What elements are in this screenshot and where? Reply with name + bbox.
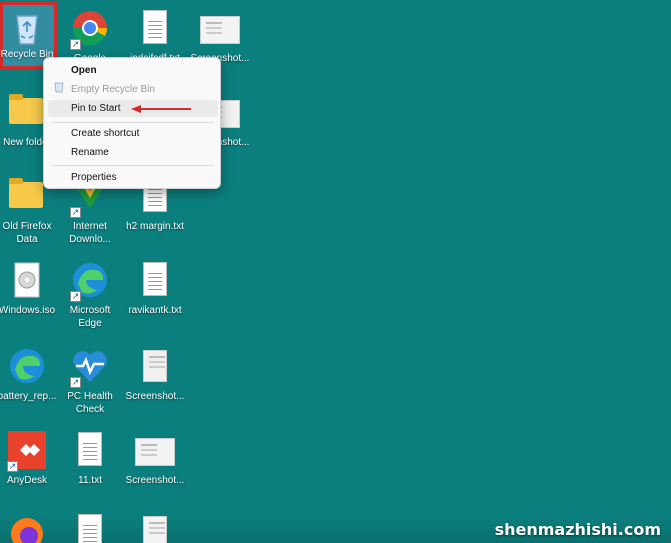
icon-label: ravikantk.txt — [128, 305, 182, 316]
menu-item-label: Pin to Start — [71, 103, 121, 114]
desktop-icon-anydesk[interactable]: ↗ AnyDesk — [0, 430, 58, 487]
desktop-icon-recycle-bin[interactable]: Recycle Bin — [0, 8, 58, 61]
icon-label: h2 margin.txt — [126, 221, 184, 232]
recycle-bin-small-icon — [54, 81, 64, 99]
desktop-icon-image-bottom[interactable] — [124, 512, 186, 543]
menu-item-label: Rename — [71, 147, 109, 158]
menu-separator — [52, 122, 214, 123]
chrome-icon: ↗ — [70, 8, 110, 50]
text-file-icon — [70, 430, 110, 470]
icon-label: PC Health Check — [67, 391, 113, 415]
desktop-icon-pc-health-check[interactable]: ↗ PC Health Check — [59, 346, 121, 416]
image-file-icon — [200, 8, 240, 48]
desktop-icon-firefox[interactable] — [0, 512, 58, 543]
shortcut-arrow-icon: ↗ — [70, 291, 81, 302]
icon-label: Screenshot... — [125, 475, 185, 486]
menu-item-empty-recycle-bin[interactable]: Empty Recycle Bin — [48, 81, 218, 98]
annotation-arrow-icon — [131, 105, 191, 113]
edge-document-icon — [7, 346, 47, 386]
shortcut-arrow-icon: ↗ — [70, 377, 81, 388]
menu-item-properties[interactable]: Properties — [48, 169, 218, 186]
text-file-icon — [70, 512, 110, 543]
shortcut-arrow-icon: ↗ — [7, 461, 18, 472]
menu-item-label: Open — [71, 65, 97, 76]
desktop-icon-11-txt[interactable]: 11.txt — [59, 430, 121, 487]
icon-label: battery_rep... — [0, 391, 57, 402]
desktop: Recycle Bin New folder Old Firefox Data … — [0, 0, 671, 543]
menu-separator — [52, 165, 214, 166]
shortcut-arrow-icon: ↗ — [70, 207, 81, 218]
text-file-icon — [135, 260, 175, 300]
icon-label: Internet Downlo... — [69, 221, 111, 245]
text-file-icon — [135, 8, 175, 48]
menu-item-label: Create shortcut — [71, 128, 140, 139]
icon-label: Windows.iso — [0, 305, 56, 316]
image-file-icon — [135, 430, 175, 470]
menu-item-label: Properties — [71, 172, 117, 183]
desktop-icon-battery-report[interactable]: battery_rep... — [0, 346, 58, 403]
shortcut-arrow-icon: ↗ — [70, 39, 81, 50]
icon-label: AnyDesk — [6, 475, 47, 486]
anydesk-icon: ↗ — [7, 430, 47, 472]
desktop-icon-microsoft-edge[interactable]: ↗ Microsoft Edge — [59, 260, 121, 330]
pc-health-icon: ↗ — [70, 346, 110, 388]
disc-image-icon — [7, 260, 47, 300]
menu-item-create-shortcut[interactable]: Create shortcut — [48, 125, 218, 142]
watermark: shenmazhishi.com — [494, 520, 661, 539]
icon-label: Old Firefox Data — [2, 221, 52, 245]
folder-icon — [7, 176, 47, 216]
image-file-icon — [135, 512, 175, 543]
recycle-bin-icon — [7, 8, 47, 48]
menu-item-label: Empty Recycle Bin — [71, 84, 155, 95]
icon-label: Microsoft Edge — [69, 305, 111, 329]
menu-item-rename[interactable]: Rename — [48, 144, 218, 161]
firefox-icon — [7, 512, 47, 543]
desktop-icon-windows-iso[interactable]: Windows.iso — [0, 260, 58, 317]
edge-icon: ↗ — [70, 260, 110, 302]
desktop-icon-screenshot-4[interactable]: Screenshot... — [124, 430, 186, 487]
icon-label: 11.txt — [78, 475, 102, 486]
desktop-icon-ravikantk-txt[interactable]: ravikantk.txt — [124, 260, 186, 317]
context-menu: Open Empty Recycle Bin Pin to Start Crea… — [43, 57, 221, 189]
desktop-icon-screenshot-3[interactable]: Screenshot... — [124, 346, 186, 403]
folder-icon — [7, 92, 47, 132]
desktop-icon-text-file-bottom[interactable] — [59, 512, 121, 543]
icon-label: Screenshot... — [125, 391, 185, 402]
menu-item-open[interactable]: Open — [48, 62, 218, 79]
image-file-icon — [135, 346, 175, 386]
